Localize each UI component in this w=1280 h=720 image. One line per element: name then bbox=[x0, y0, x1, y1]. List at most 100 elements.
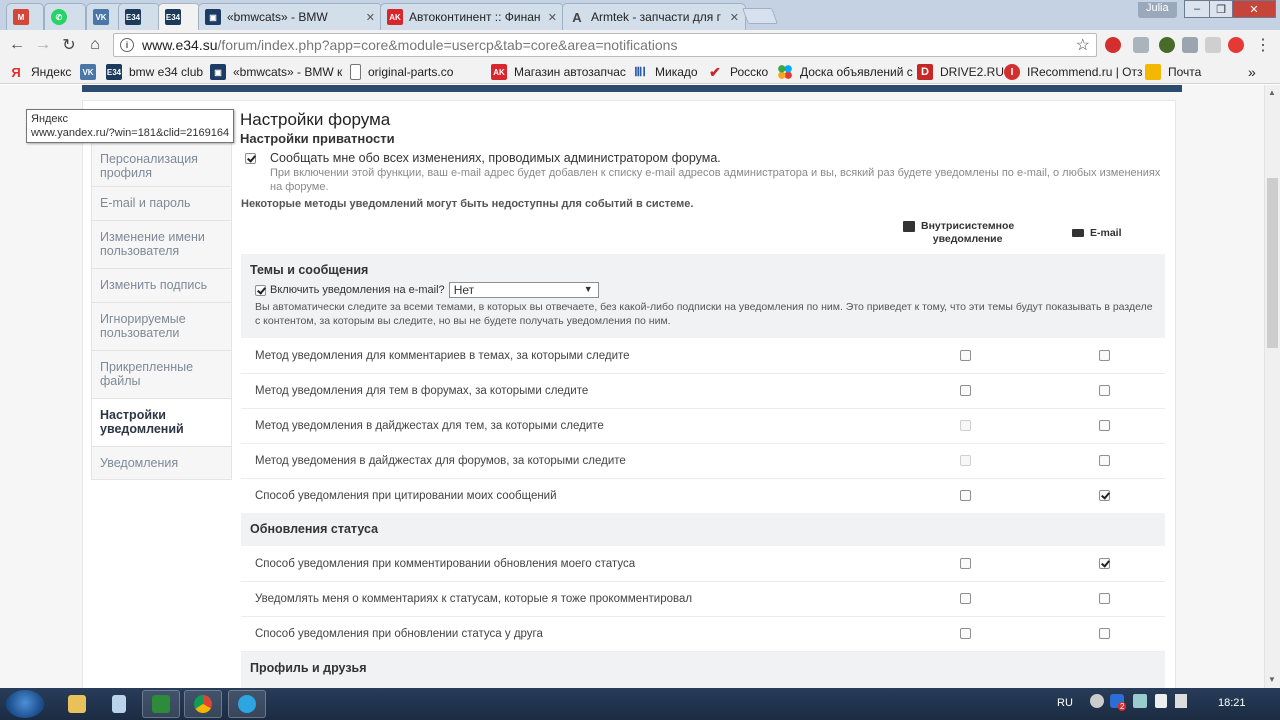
sidebar-item-ignored[interactable]: Игнорируемые пользователи bbox=[91, 303, 232, 351]
select-value: Нет bbox=[453, 283, 475, 297]
address-bar[interactable]: i www.e34.su/forum/index.php?app=core&mo… bbox=[113, 33, 1097, 57]
pinterest-extension-icon[interactable] bbox=[1228, 37, 1244, 53]
email-checkbox[interactable] bbox=[1099, 385, 1110, 396]
bookmark-vk[interactable]: VK bbox=[80, 64, 103, 80]
telegram-taskbar-icon[interactable] bbox=[228, 690, 266, 718]
pdf-extension-icon[interactable] bbox=[1205, 37, 1221, 53]
explorer-taskbar-icon[interactable] bbox=[58, 690, 96, 718]
bookmark-mikado[interactable]: ⅢⅠ Микадо bbox=[632, 64, 698, 80]
forward-button[interactable]: → bbox=[32, 35, 54, 55]
bookmark-label: original-parts.co bbox=[368, 65, 454, 79]
close-icon[interactable]: ✕ bbox=[730, 11, 739, 24]
network-icon[interactable] bbox=[1155, 694, 1167, 708]
sidebar-item-profile[interactable]: Персонализация профиля bbox=[91, 142, 232, 187]
email-checkbox[interactable] bbox=[1099, 490, 1110, 501]
tab-gmail[interactable]: M bbox=[6, 3, 44, 30]
bookmark-e34[interactable]: E34 bmw e34 club bbox=[106, 64, 203, 80]
vpn-extension-icon[interactable] bbox=[1159, 37, 1175, 53]
tray-chat-icon[interactable] bbox=[1133, 694, 1147, 708]
bookmark-bmwcats[interactable]: ▣ «bmwcats» - BMW к bbox=[210, 64, 342, 80]
inline-checkbox[interactable] bbox=[960, 628, 971, 639]
sidebar-item-signature[interactable]: Изменить подпись bbox=[91, 269, 232, 303]
whatsapp-icon: ✆ bbox=[51, 9, 67, 25]
info-icon[interactable]: i bbox=[120, 38, 134, 52]
spreadsheet-taskbar-icon[interactable] bbox=[142, 690, 180, 718]
email-checkbox[interactable] bbox=[1099, 628, 1110, 639]
tab-avtokontinent[interactable]: AK Автоконтинент :: Финан ✕ bbox=[380, 3, 564, 30]
bookmark-mail[interactable]: Почта bbox=[1145, 64, 1201, 80]
inline-checkbox[interactable] bbox=[960, 558, 971, 569]
bookmark-avtozapchasti[interactable]: AK Магазин автозапчас bbox=[491, 64, 626, 80]
inline-checkbox[interactable] bbox=[960, 350, 971, 361]
bookmark-drive2[interactable]: D DRIVE2.RU bbox=[917, 64, 1004, 80]
close-icon[interactable]: ✕ bbox=[548, 11, 557, 24]
enable-email-checkbox[interactable] bbox=[255, 284, 266, 296]
new-tab-button[interactable] bbox=[742, 8, 778, 24]
scrollbar-thumb[interactable] bbox=[1267, 178, 1278, 348]
tab-e34-active[interactable]: E34 bbox=[158, 3, 200, 30]
bookmark-star-icon[interactable]: ☆ bbox=[1076, 35, 1090, 55]
avito-icon bbox=[777, 64, 793, 80]
chrome-taskbar-icon[interactable] bbox=[184, 690, 222, 718]
browser-toolbar: ← → ↻ ⌂ i www.e34.su/forum/index.php?app… bbox=[0, 30, 1280, 60]
scroll-up-icon[interactable]: ▲ bbox=[1268, 88, 1276, 97]
tray-badge: 2 bbox=[1118, 702, 1127, 711]
clock[interactable]: 18:21 bbox=[1218, 697, 1246, 709]
inline-checkbox[interactable] bbox=[960, 490, 971, 501]
minimize-button[interactable]: ‒ bbox=[1184, 0, 1210, 18]
sidebar-item-label: Изменить подпись bbox=[100, 278, 208, 292]
email-frequency-select[interactable]: Нет ▼ bbox=[448, 282, 599, 298]
sidebar-item-notifications-settings[interactable]: Настройки уведомлений bbox=[91, 399, 232, 447]
window-close-button[interactable]: ✕ bbox=[1232, 0, 1276, 18]
reload-button[interactable]: ↻ bbox=[58, 35, 80, 55]
maximize-button[interactable]: ❐ bbox=[1209, 0, 1233, 18]
menu-icon[interactable]: ⋮ bbox=[1252, 35, 1274, 55]
column-inline-label-2: уведомление bbox=[932, 233, 1003, 245]
start-button[interactable] bbox=[6, 690, 44, 718]
bookmark-irecommend[interactable]: I IRecommend.ru | Отз bbox=[1004, 64, 1142, 80]
back-button[interactable]: ← bbox=[6, 35, 28, 55]
inline-checkbox[interactable] bbox=[960, 385, 971, 396]
scroll-down-icon[interactable]: ▼ bbox=[1268, 675, 1276, 684]
sidebar-item-email[interactable]: E-mail и пароль bbox=[91, 187, 232, 221]
email-checkbox[interactable] bbox=[1099, 420, 1110, 431]
sidebar-item-notifications[interactable]: Уведомления bbox=[91, 447, 232, 480]
tab-title: Автоконтинент :: Финан bbox=[409, 10, 541, 24]
row-label: Способ уведомления при цитировании моих … bbox=[255, 490, 557, 502]
vk-icon: VK bbox=[93, 9, 109, 25]
profile-button[interactable]: Julia bbox=[1138, 2, 1177, 18]
email-checkbox[interactable] bbox=[1099, 455, 1110, 466]
browser-tabstrip: M ✆ VK E34 E34 ▣ «bmwcats» - BMW ✕ AK Ав… bbox=[0, 0, 1280, 30]
privacy-admin-checkbox[interactable] bbox=[245, 153, 256, 164]
table-row: Уведомлять меня о комментариях к статуса… bbox=[241, 582, 1165, 617]
tab-e34[interactable]: E34 bbox=[118, 3, 160, 30]
home-button[interactable]: ⌂ bbox=[84, 35, 106, 55]
page-scrollbar[interactable]: ▲ ▼ bbox=[1264, 85, 1280, 688]
sidebar-item-attachments[interactable]: Прикрепленные файлы bbox=[91, 351, 232, 399]
bookmark-avito[interactable]: Доска объявлений с bbox=[777, 64, 913, 80]
bookmark-rossko[interactable]: ✔ Росско bbox=[707, 64, 768, 80]
bookmark-label: Микадо bbox=[655, 65, 698, 79]
bookmark-original-parts[interactable]: original-parts.co bbox=[350, 64, 453, 80]
email-checkbox[interactable] bbox=[1099, 558, 1110, 569]
close-icon[interactable]: ✕ bbox=[366, 11, 375, 24]
notepad-taskbar-icon[interactable] bbox=[100, 690, 138, 718]
translate-extension-icon[interactable] bbox=[1182, 37, 1198, 53]
tab-armtek[interactable]: A Armtek - запчасти для г ✕ bbox=[562, 3, 746, 30]
volume-icon[interactable] bbox=[1175, 694, 1187, 708]
tab-bmwcats[interactable]: ▣ «bmwcats» - BMW ✕ bbox=[198, 3, 382, 30]
tab-whatsapp[interactable]: ✆ bbox=[44, 3, 86, 30]
tray-expand-icon[interactable] bbox=[1090, 694, 1104, 708]
adblock-extension-icon[interactable] bbox=[1105, 37, 1121, 53]
bookmarks-overflow-icon[interactable]: » bbox=[1248, 64, 1256, 80]
sidebar-item-username[interactable]: Изменение имени пользователя bbox=[91, 221, 232, 269]
auto-follow-note: Вы автоматически следите за всеми темами… bbox=[255, 301, 1153, 327]
inline-checkbox bbox=[960, 420, 971, 431]
language-indicator[interactable]: RU bbox=[1057, 697, 1073, 709]
email-checkbox[interactable] bbox=[1099, 593, 1110, 604]
email-checkbox[interactable] bbox=[1099, 350, 1110, 361]
bookmark-yandex[interactable]: Я Яндекс bbox=[8, 64, 71, 80]
download-extension-icon[interactable] bbox=[1133, 37, 1149, 53]
bookmark-label: bmw e34 club bbox=[129, 65, 204, 79]
inline-checkbox[interactable] bbox=[960, 593, 971, 604]
